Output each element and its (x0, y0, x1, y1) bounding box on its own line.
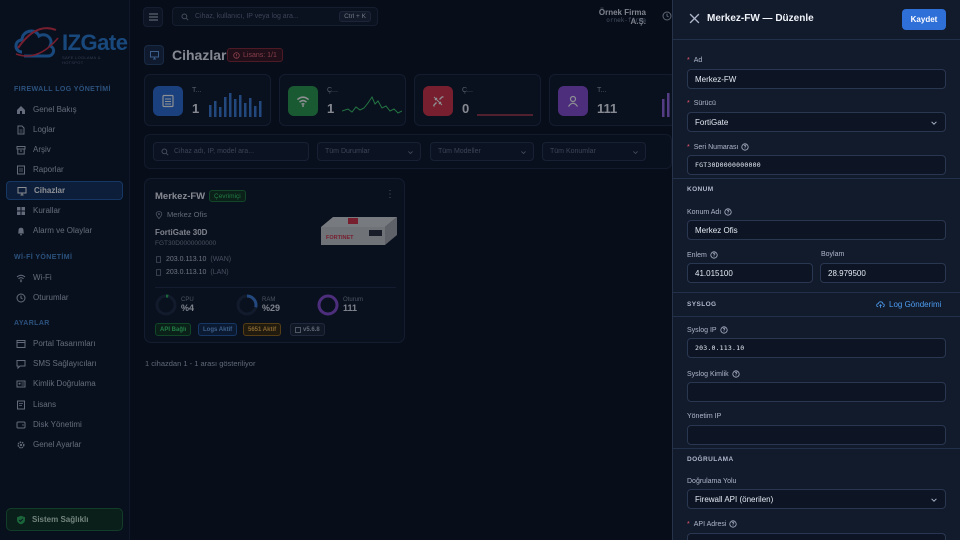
help-icon[interactable] (710, 251, 718, 259)
driver-select[interactable]: FortiGate (687, 112, 946, 132)
drawer-title: Merkez-FW — Düzenle (707, 13, 814, 24)
latitude-label-text: Enlem (687, 251, 707, 259)
latitude-label: Enlem (687, 251, 718, 259)
modal-backdrop[interactable] (0, 0, 672, 540)
auth-method-value: Firewall API (önerilen) (695, 494, 774, 504)
section-divider (673, 292, 960, 293)
syslog-id-field[interactable] (687, 382, 946, 402)
syslog-ip-field[interactable]: 203.0.113.10 (687, 338, 946, 358)
syslog-ip-label-text: Syslog IP (687, 326, 717, 334)
longitude-field[interactable]: 28.979500 (820, 263, 946, 283)
help-icon[interactable] (741, 143, 750, 151)
mgmt-ip-label: Yönetim IP (687, 413, 721, 420)
help-icon[interactable] (729, 520, 738, 528)
name-field[interactable]: Merkez-FW (687, 69, 946, 89)
mgmt-ip-label-text: Yönetim IP (687, 413, 722, 420)
close-icon[interactable] (689, 13, 700, 24)
serial-label-text: Seri Numarası (693, 143, 739, 151)
section-divider (673, 178, 960, 179)
help-icon[interactable] (724, 208, 732, 216)
auth-method-label-text: Doğrulama Yolu (687, 478, 737, 485)
longitude-label-text: Boylam (821, 251, 845, 258)
chevron-down-icon (931, 121, 937, 125)
log-send-link[interactable]: Log Gönderimi (876, 300, 941, 309)
serial-field[interactable]: FGT30D0000000000 (687, 155, 946, 175)
chevron-down-icon (931, 498, 937, 502)
help-icon[interactable] (732, 370, 740, 378)
location-section-title: KONUM (687, 186, 714, 193)
latitude-field[interactable]: 41.015100 (687, 263, 813, 283)
syslog-id-label: Syslog Kimlik (687, 370, 740, 378)
syslog-ip-label: Syslog IP (687, 326, 728, 334)
mgmt-ip-field[interactable] (687, 425, 946, 445)
location-name-label: Konum Adı (687, 208, 732, 216)
section-divider (673, 316, 960, 317)
edit-device-drawer: Merkez-FW — Düzenle Kaydet * Ad Merkez-FW… (672, 0, 960, 540)
name-label-text: Ad (693, 57, 703, 64)
name-label: * Ad (687, 57, 703, 64)
auth-section-title: DOĞRULAMA (687, 456, 734, 463)
cloud-upload-icon (876, 301, 885, 308)
auth-method-select[interactable]: Firewall API (önerilen) (687, 489, 946, 509)
syslog-id-label-text: Syslog Kimlik (687, 370, 729, 378)
longitude-label: Boylam (821, 251, 844, 258)
api-address-label: * API Adresi (687, 520, 738, 528)
section-divider (673, 448, 960, 449)
log-send-label: Log Gönderimi (889, 300, 942, 309)
driver-value: FortiGate (695, 117, 729, 127)
drawer-header: Merkez-FW — Düzenle Kaydet (673, 0, 960, 40)
driver-label-text: Sürücü (693, 100, 716, 107)
syslog-section-title: SYSLOG (687, 301, 717, 308)
location-name-label-text: Konum Adı (687, 208, 722, 216)
driver-label: * Sürücü (687, 100, 716, 107)
location-name-field[interactable]: Merkez Ofis (687, 220, 946, 240)
auth-method-label: Doğrulama Yolu (687, 478, 736, 485)
serial-label: * Seri Numarası (687, 143, 750, 151)
help-icon[interactable] (719, 326, 728, 334)
save-button[interactable]: Kaydet (902, 9, 946, 30)
api-address-field[interactable] (687, 533, 946, 540)
api-address-label-text: API Adresi (693, 520, 727, 528)
